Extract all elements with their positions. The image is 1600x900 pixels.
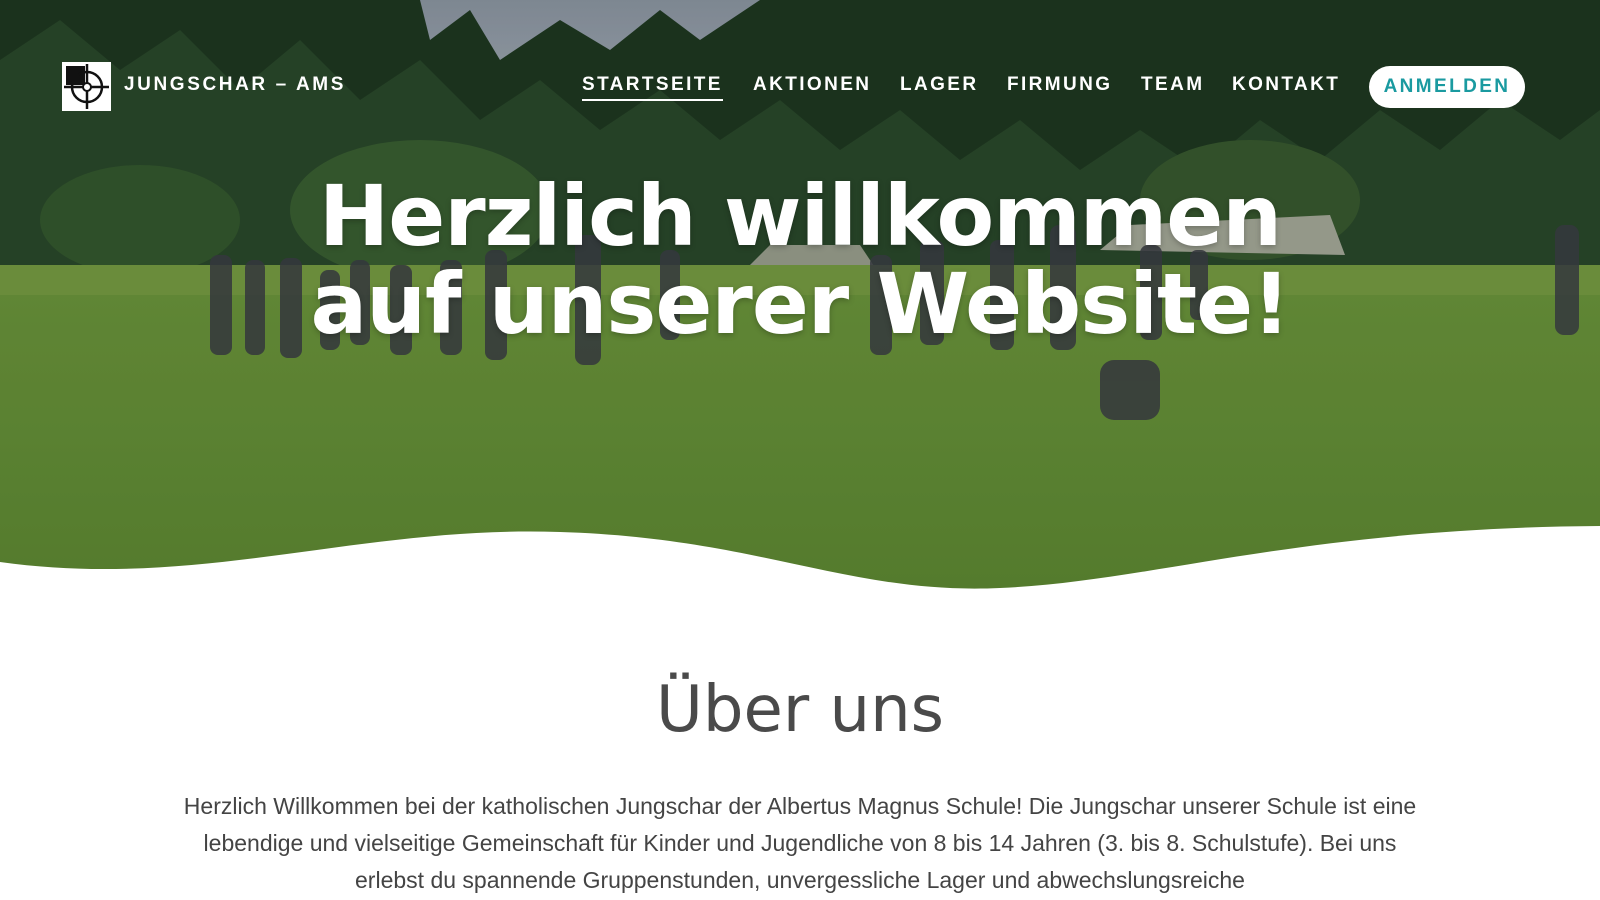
about-title: Über uns [656,673,944,747]
top-navigation: JUNGSCHAR – AMS STARTSEITE AKTIONEN LAGE… [0,0,1600,172]
nav-item-lager[interactable]: LAGER [900,74,979,99]
nav-item-team[interactable]: TEAM [1141,74,1204,99]
brand-name[interactable]: JUNGSCHAR – AMS [124,74,346,96]
nav-item-firmung[interactable]: FIRMUNG [1007,74,1112,99]
nav-item-kontakt[interactable]: KONTAKT [1232,74,1340,99]
nav-item-aktionen[interactable]: AKTIONEN [753,74,871,99]
hero-title: Herzlich willkommen auf unserer Website! [310,167,1291,353]
nav-item-startseite[interactable]: STARTSEITE [582,74,723,101]
about-text: Herzlich Willkommen bei der katholischen… [183,793,1417,893]
hero-wave-divider [0,526,1600,610]
crosshair-logo-icon[interactable] [62,62,111,111]
signup-button[interactable]: ANMELDEN [1369,66,1525,108]
